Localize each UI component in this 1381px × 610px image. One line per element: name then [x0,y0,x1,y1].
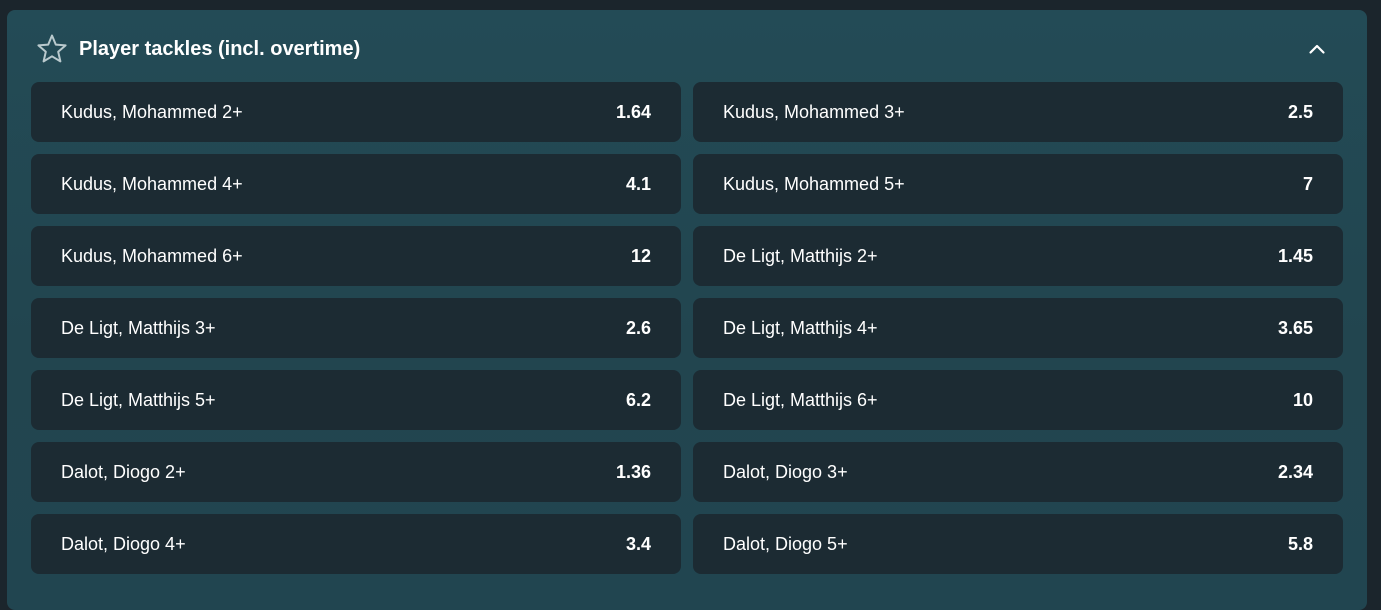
outcome-odds: 1.36 [615,462,651,482]
outcome-odds: 2.6 [625,318,651,338]
outcome-label: Kudus, Mohammed 6+ [61,246,243,266]
outcome-odds: 1.64 [615,102,651,122]
outcome-label: De Ligt, Matthijs 5+ [61,390,216,410]
outcome-grid: Kudus, Mohammed 2+ 1.64 Kudus, Mohammed … [31,82,1343,574]
outcome-odds: 5.8 [1287,534,1313,554]
chevron-up-icon [1309,44,1325,54]
outcome-button[interactable]: De Ligt, Matthijs 4+ 3.65 [693,298,1343,358]
outcome-label: De Ligt, Matthijs 3+ [61,318,216,338]
star-icon[interactable] [35,32,69,66]
collapse-button[interactable] [1303,35,1331,63]
outcome-label: De Ligt, Matthijs 4+ [723,318,878,338]
outcome-button[interactable]: De Ligt, Matthijs 5+ 6.2 [31,370,681,430]
outcome-label: De Ligt, Matthijs 2+ [723,246,878,266]
outcome-button[interactable]: Kudus, Mohammed 2+ 1.64 [31,82,681,142]
outcome-button[interactable]: Kudus, Mohammed 4+ 4.1 [31,154,681,214]
outcome-odds: 3.65 [1277,318,1313,338]
outcome-label: Dalot, Diogo 5+ [723,534,848,554]
outcome-button[interactable]: Kudus, Mohammed 3+ 2.5 [693,82,1343,142]
outcome-label: Kudus, Mohammed 3+ [723,102,905,122]
outcome-button[interactable]: De Ligt, Matthijs 6+ 10 [693,370,1343,430]
outcome-button[interactable]: Dalot, Diogo 5+ 5.8 [693,514,1343,574]
outcome-label: Dalot, Diogo 2+ [61,462,186,482]
outcome-label: Kudus, Mohammed 2+ [61,102,243,122]
outcome-odds: 7 [1302,174,1313,194]
outcome-button[interactable]: Kudus, Mohammed 5+ 7 [693,154,1343,214]
market-panel: Player tackles (incl. overtime) Kudus, M… [7,10,1367,610]
outcome-label: Kudus, Mohammed 4+ [61,174,243,194]
outcome-label: Kudus, Mohammed 5+ [723,174,905,194]
outcome-button[interactable]: Dalot, Diogo 2+ 1.36 [31,442,681,502]
outcome-button[interactable]: De Ligt, Matthijs 3+ 2.6 [31,298,681,358]
outcome-odds: 2.5 [1287,102,1313,122]
outcome-odds: 3.4 [625,534,651,554]
outcome-label: Dalot, Diogo 4+ [61,534,186,554]
outcome-odds: 12 [630,246,651,266]
market-title: Player tackles (incl. overtime) [79,38,361,60]
outcome-button[interactable]: Kudus, Mohammed 6+ 12 [31,226,681,286]
outcome-odds: 2.34 [1277,462,1313,482]
outcome-button[interactable]: De Ligt, Matthijs 2+ 1.45 [693,226,1343,286]
outcome-odds: 6.2 [625,390,651,410]
outcome-button[interactable]: Dalot, Diogo 4+ 3.4 [31,514,681,574]
outcome-label: De Ligt, Matthijs 6+ [723,390,878,410]
outcome-odds: 1.45 [1277,246,1313,266]
outcome-odds: 10 [1292,390,1313,410]
outcome-label: Dalot, Diogo 3+ [723,462,848,482]
market-header: Player tackles (incl. overtime) [7,10,1367,82]
outcome-odds: 4.1 [625,174,651,194]
outcome-button[interactable]: Dalot, Diogo 3+ 2.34 [693,442,1343,502]
